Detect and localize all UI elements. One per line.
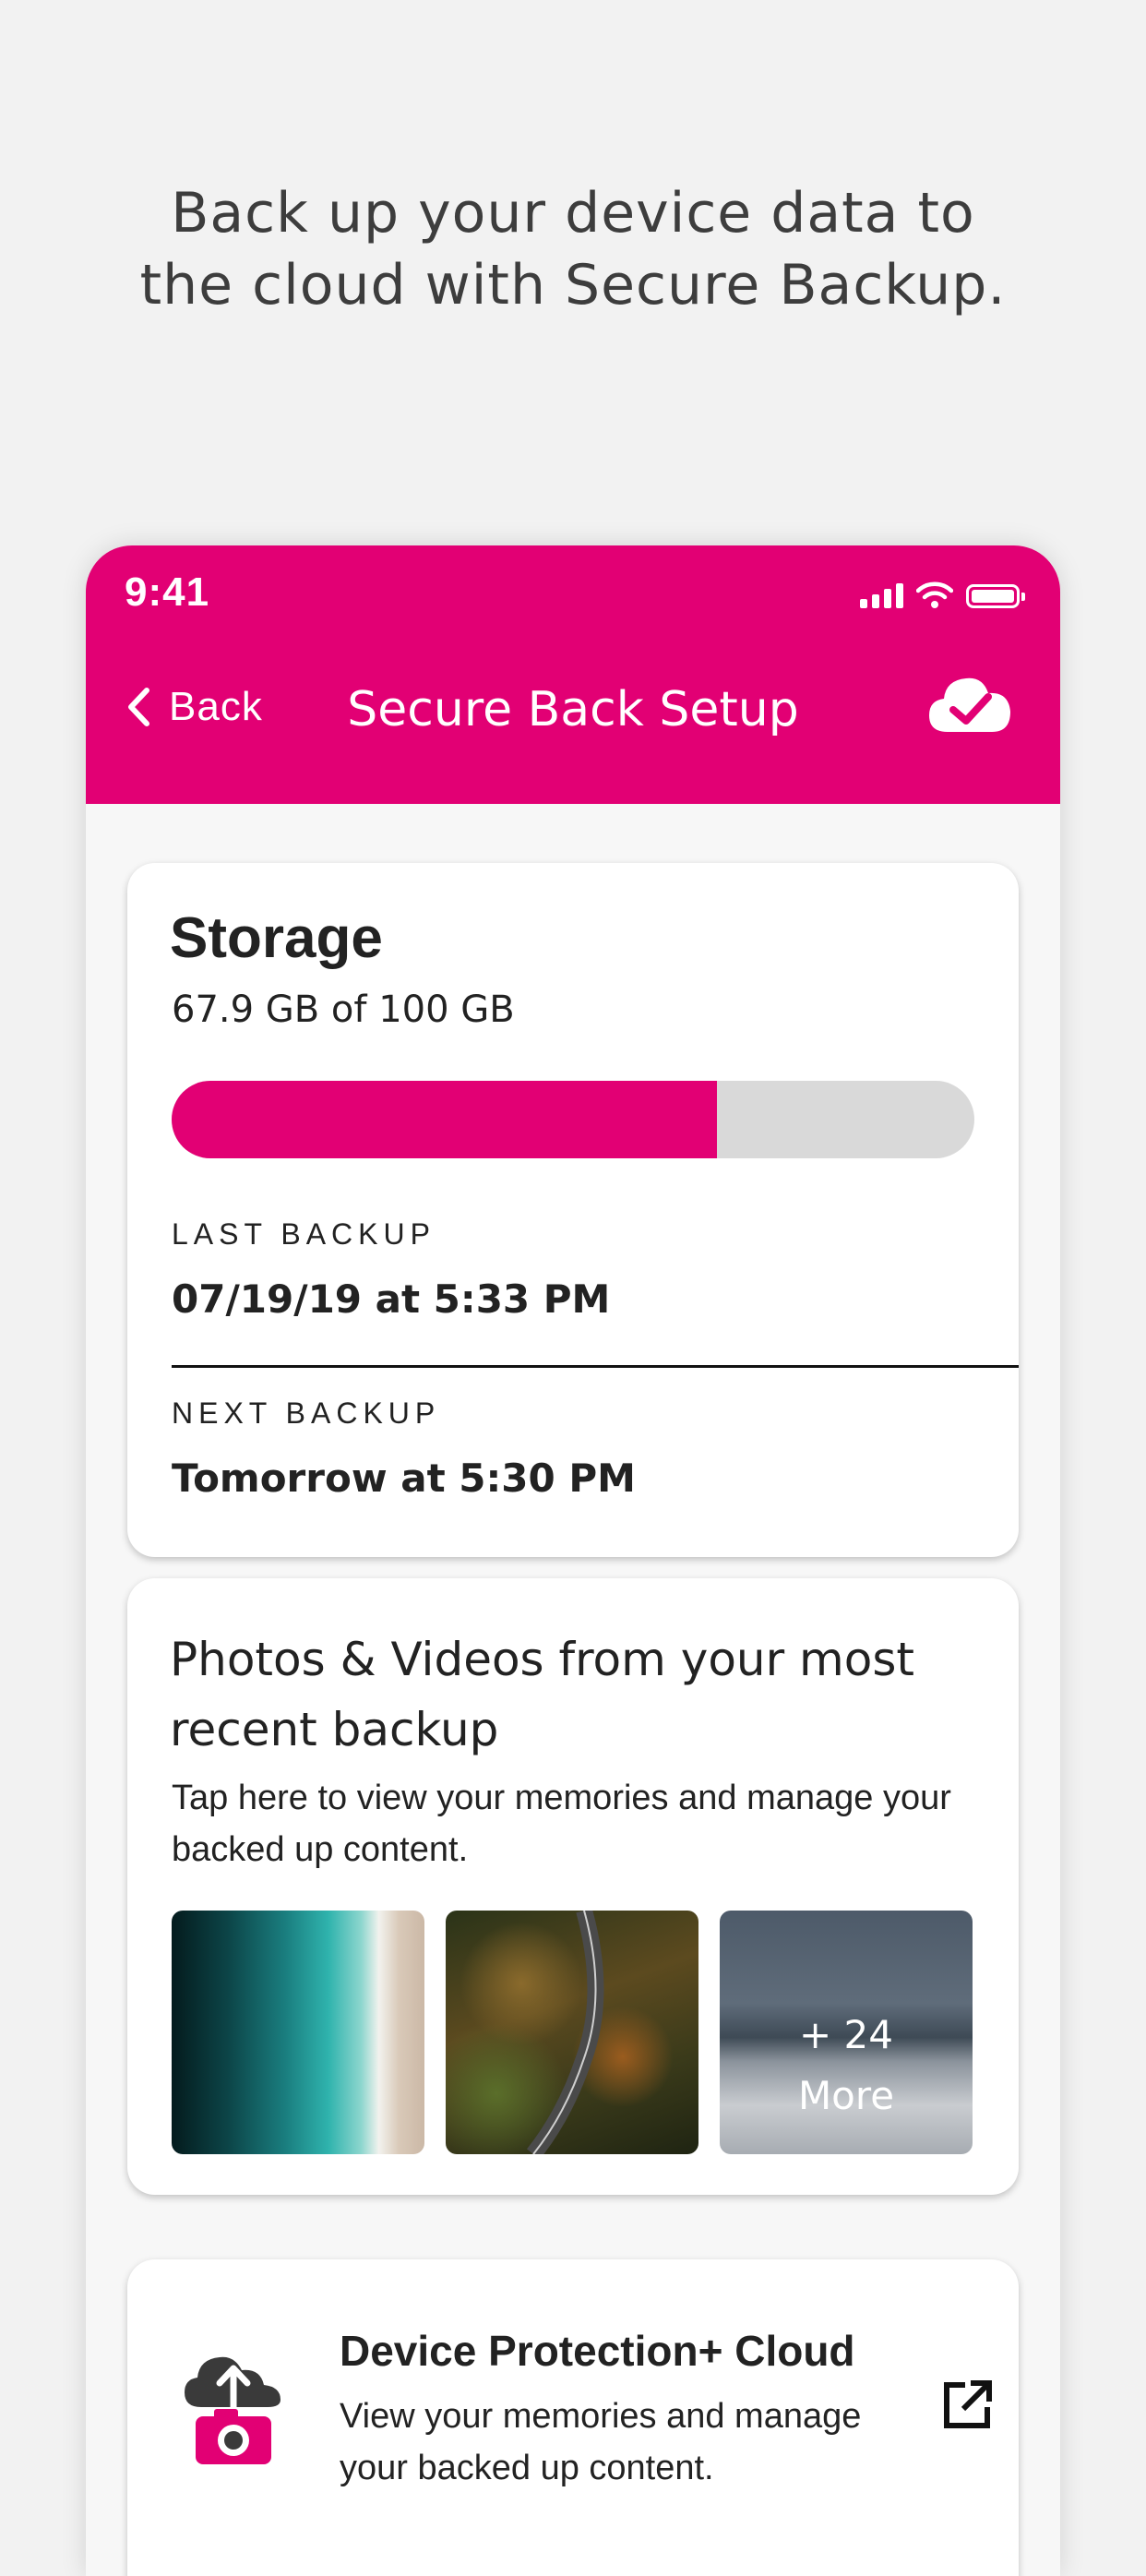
photos-subtitle: Tap here to view your memories and manag…: [172, 1779, 951, 1869]
page-title: Secure Back Setup: [347, 682, 799, 737]
phone-frame: 9:41 Back Secure Back Setup Storage 67.9…: [86, 545, 1060, 2576]
app-bar: 9:41 Back Secure Back Setup: [86, 545, 1060, 804]
wifi-icon: [916, 581, 953, 608]
photos-title: Photos & Videos from your most recent ba…: [170, 1633, 915, 1756]
device-protection-title: Device Protection+ Cloud: [340, 2327, 855, 2375]
storage-progress-bar: [172, 1081, 974, 1158]
next-backup-label: NEXT BACKUP: [172, 1396, 441, 1430]
last-backup-label: LAST BACKUP: [172, 1217, 436, 1251]
more-count: + 24: [799, 2012, 893, 2057]
next-backup-value: Tomorrow at 5:30 PM: [172, 1456, 636, 1501]
storage-card: Storage 67.9 GB of 100 GB LAST BACKUP 07…: [127, 863, 1019, 1557]
status-icons: [860, 581, 1025, 608]
headline-line-1: Back up your device data to: [171, 181, 975, 246]
storage-progress-fill: [172, 1081, 717, 1158]
cloud-camera-icon: [185, 2356, 281, 2464]
status-time: 9:41: [125, 569, 210, 615]
storage-title: Storage: [170, 906, 383, 970]
photo-thumbnail-beach[interactable]: [172, 1911, 424, 2154]
signal-icon: [860, 582, 903, 608]
road-image-detail: [526, 1911, 604, 2154]
device-protection-subtitle: View your memories and manage your backe…: [340, 2397, 862, 2487]
cloud-check-icon[interactable]: [927, 675, 1012, 734]
photos-card[interactable]: Photos & Videos from your most recent ba…: [127, 1578, 1019, 2195]
more-label: More: [797, 2073, 895, 2118]
last-backup-value: 07/19/19 at 5:33 PM: [172, 1276, 611, 1322]
photo-thumbnail-more[interactable]: + 24 More: [720, 1911, 973, 2154]
headline-line-2: the cloud with Secure Backup.: [139, 253, 1007, 318]
photo-thumbnail-forest[interactable]: [446, 1911, 698, 2154]
more-photos-count: + 24 More: [720, 2005, 973, 2127]
headline: Back up your device data to the cloud wi…: [0, 177, 1146, 321]
external-link-icon[interactable]: [939, 2378, 995, 2433]
storage-usage: 67.9 GB of 100 GB: [172, 988, 515, 1031]
battery-icon: [966, 584, 1025, 608]
device-protection-card[interactable]: Device Protection+ Cloud View your memor…: [127, 2259, 1019, 2576]
divider: [172, 1365, 1019, 1368]
